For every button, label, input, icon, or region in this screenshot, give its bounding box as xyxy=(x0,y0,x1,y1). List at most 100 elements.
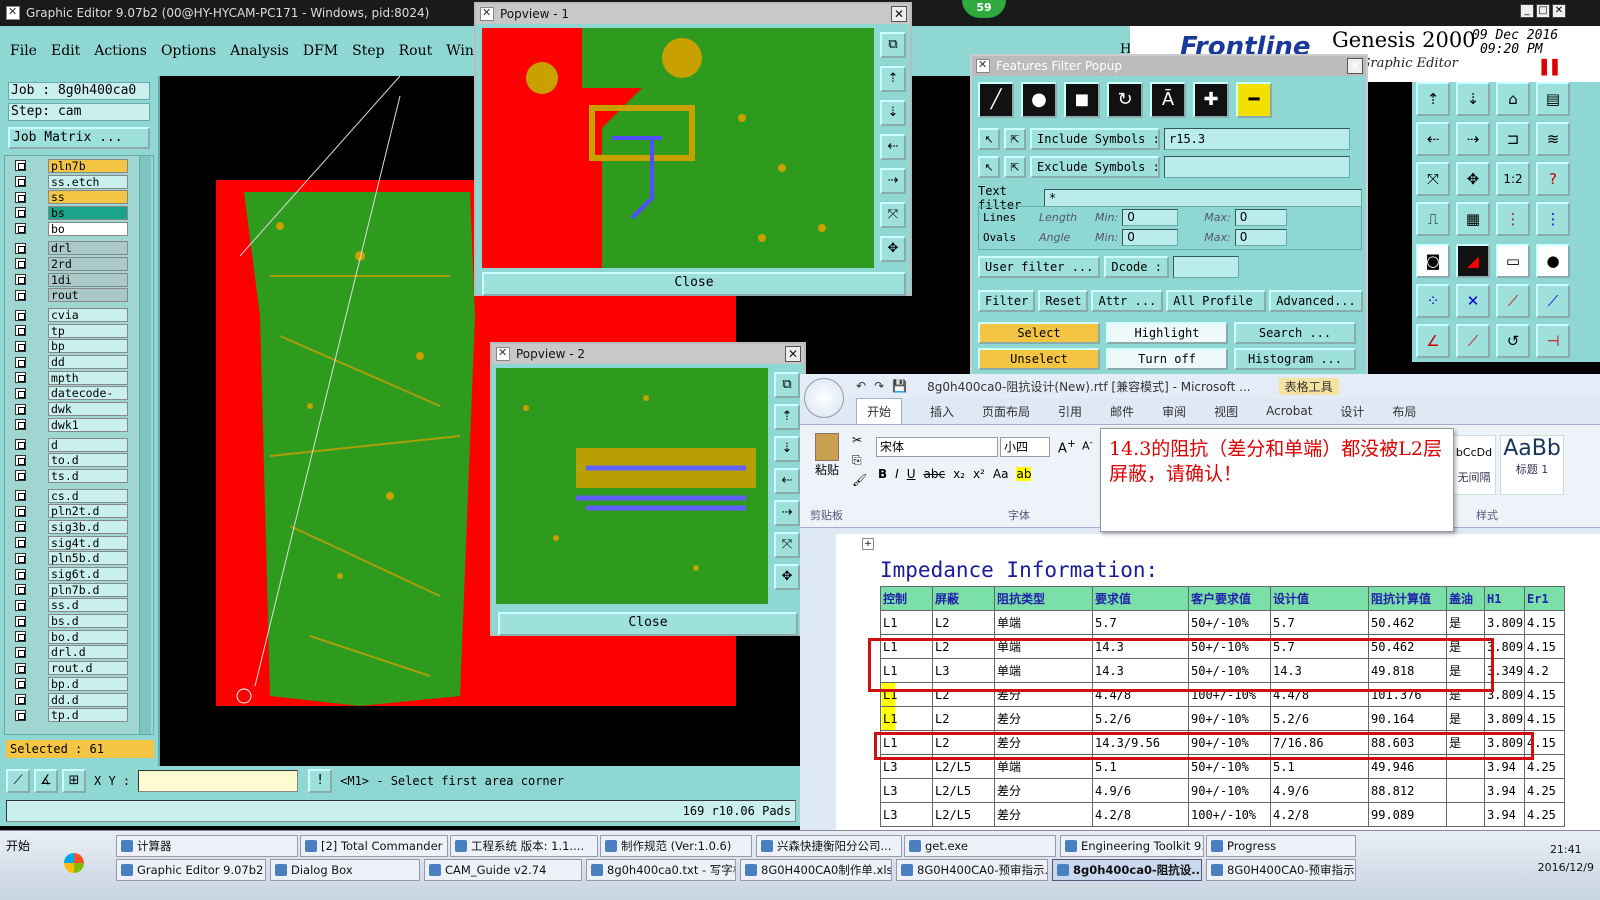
layer-row[interactable]: sig6t.d xyxy=(15,566,153,582)
table-cell[interactable]: 差分 xyxy=(994,778,1093,803)
tool-7-icon[interactable]: ⊐ xyxy=(1496,122,1530,156)
close-button[interactable]: ✕ xyxy=(1552,4,1566,18)
ribbon-tab[interactable]: 视图 xyxy=(1214,403,1238,420)
layer-checkbox[interactable] xyxy=(15,552,26,564)
help-icon[interactable]: ? xyxy=(1536,162,1570,196)
length-min-field[interactable]: 0 xyxy=(1122,209,1179,226)
layer-row[interactable]: drl xyxy=(15,240,153,256)
layer-row[interactable]: 1di xyxy=(15,272,153,288)
exclude-symbols-field[interactable] xyxy=(1164,156,1350,178)
table-cell[interactable]: 4.25 xyxy=(1524,802,1565,827)
layer-scrollbar[interactable] xyxy=(139,156,151,734)
layer-row[interactable]: 2rd xyxy=(15,256,153,272)
table-cell[interactable]: 3.809 xyxy=(1484,610,1525,635)
layer-row[interactable]: mpth xyxy=(15,370,153,386)
tool-13-icon[interactable]: ⎍ xyxy=(1416,202,1450,236)
layer-row[interactable]: ss xyxy=(15,189,153,205)
table-cell[interactable]: 差分 xyxy=(994,802,1093,827)
layer-checkbox[interactable] xyxy=(15,340,26,352)
menu-analysis[interactable]: Analysis xyxy=(230,43,289,59)
job-matrix-button[interactable]: Job Matrix ... xyxy=(8,127,150,149)
tool-17-icon[interactable]: ◙ xyxy=(1416,244,1450,278)
strikethrough-icon[interactable]: abc xyxy=(924,467,946,481)
layer-row[interactable]: bs.d xyxy=(15,613,153,629)
pan-left-icon[interactable]: ⇠ xyxy=(880,134,906,160)
move-icon[interactable]: ✥ xyxy=(880,236,906,262)
menu-actions[interactable]: Actions xyxy=(94,43,147,59)
taskbar-item[interactable]: 工程系统 版本: 1.1.... xyxy=(450,835,598,857)
table-cell[interactable]: 是 xyxy=(1446,706,1485,731)
layer-checkbox[interactable] xyxy=(15,160,26,172)
layer-checkbox[interactable] xyxy=(15,289,26,301)
exclude-pick-icon[interactable]: ↖ xyxy=(978,156,1000,178)
table-cell[interactable] xyxy=(1446,778,1485,803)
table-cell[interactable]: 50+/-10% xyxy=(1188,610,1271,635)
table-cell[interactable]: L3 xyxy=(880,802,933,827)
select-button[interactable]: Select xyxy=(978,322,1100,344)
table-cell[interactable]: 差分 xyxy=(994,706,1093,731)
all-profile-dropdown[interactable]: All Profile xyxy=(1166,290,1267,312)
pan-right-icon[interactable]: ⇢ xyxy=(880,168,906,194)
layer-row[interactable]: sig4t.d xyxy=(15,535,153,551)
layer-row[interactable]: datecode-pt xyxy=(15,386,153,413)
ribbon-tab[interactable]: Acrobat xyxy=(1266,404,1312,418)
layer-row[interactable]: ts.d xyxy=(15,468,153,484)
pan-right-icon[interactable]: ⇢ xyxy=(774,500,800,526)
tool-5-icon[interactable]: ⇠ xyxy=(1416,122,1450,156)
layer-checkbox[interactable] xyxy=(15,615,26,627)
layer-checkbox[interactable] xyxy=(15,309,26,321)
popview-1-close-button[interactable]: Close xyxy=(482,272,906,296)
table-cell[interactable]: 4.15 xyxy=(1524,682,1565,707)
layer-checkbox[interactable] xyxy=(15,631,26,643)
table-cell[interactable]: L1 xyxy=(880,610,933,635)
taskbar-item[interactable]: 制作规范 (Ver:1.0.6) xyxy=(600,835,752,857)
layer-row[interactable]: sig3b.d xyxy=(15,519,153,535)
layer-checkbox[interactable] xyxy=(15,521,26,533)
layer-row[interactable]: bs xyxy=(15,205,153,221)
tool-4-icon[interactable]: ▤ xyxy=(1536,82,1570,116)
histogram-button[interactable]: Histogram ... xyxy=(1234,348,1356,370)
tool-9-icon[interactable]: ⤧ xyxy=(1416,162,1450,196)
layer-checkbox[interactable] xyxy=(15,694,26,706)
table-cell[interactable]: 3.94 xyxy=(1484,802,1525,827)
layer-checkbox[interactable] xyxy=(15,387,26,399)
taskbar-item[interactable]: Dialog Box xyxy=(270,859,420,881)
exclude-list-icon[interactable]: ⇱ xyxy=(1004,156,1026,178)
tool-24-icon[interactable]: ⟋ xyxy=(1536,284,1570,318)
table-cell[interactable]: 88.812 xyxy=(1368,778,1447,803)
ribbon-tab[interactable]: 设计 xyxy=(1340,403,1364,420)
layer-checkbox[interactable] xyxy=(15,537,26,549)
negative-icon[interactable]: ━ xyxy=(1236,82,1272,118)
line-shape-icon[interactable]: ╱ xyxy=(978,82,1014,118)
table-cell[interactable]: 4.15 xyxy=(1524,610,1565,635)
table-cell[interactable]: 单端 xyxy=(994,610,1093,635)
layer-row[interactable]: bp.d xyxy=(15,676,153,692)
subscript-icon[interactable]: x₂ xyxy=(953,467,965,481)
layer-row[interactable]: dd xyxy=(15,354,153,370)
layer-row[interactable]: pln7b.d xyxy=(15,582,153,598)
turn-off-button[interactable]: Turn off xyxy=(1106,348,1228,370)
include-list-icon[interactable]: ⇱ xyxy=(1004,128,1026,150)
font-size-select[interactable]: 小四 xyxy=(1000,437,1050,457)
move-icon[interactable]: ✥ xyxy=(774,564,800,590)
home-icon[interactable]: ⌂ xyxy=(1496,82,1530,116)
tool-c-icon[interactable]: ⊞ xyxy=(62,769,86,793)
layer-checkbox[interactable] xyxy=(15,403,26,415)
include-symbols-button[interactable]: Include Symbols : xyxy=(1030,128,1160,150)
layer-checkbox[interactable] xyxy=(15,223,26,235)
taskbar-item[interactable]: [2] Total Commander 7.... xyxy=(300,835,448,857)
text-shape-icon[interactable]: Ā xyxy=(1150,82,1186,118)
start-button[interactable]: 开始 xyxy=(2,835,52,859)
cut-icon[interactable]: ✂ xyxy=(852,433,862,447)
grow-font-icon[interactable]: A+ xyxy=(1058,437,1076,456)
table-cell[interactable]: 90+/-10% xyxy=(1188,778,1271,803)
table-move-handle[interactable]: + xyxy=(862,538,874,550)
layer-row[interactable]: dd.d xyxy=(15,692,153,708)
pad-shape-icon[interactable]: ● xyxy=(1021,82,1057,118)
tool-b-icon[interactable]: ∡ xyxy=(34,769,58,793)
minimize-button[interactable]: _ xyxy=(1520,4,1534,18)
unselect-button[interactable]: Unselect xyxy=(978,348,1100,370)
pan-down-icon[interactable]: ⇣ xyxy=(774,436,800,462)
superscript-icon[interactable]: x² xyxy=(973,467,985,481)
layer-checkbox[interactable] xyxy=(15,584,26,596)
